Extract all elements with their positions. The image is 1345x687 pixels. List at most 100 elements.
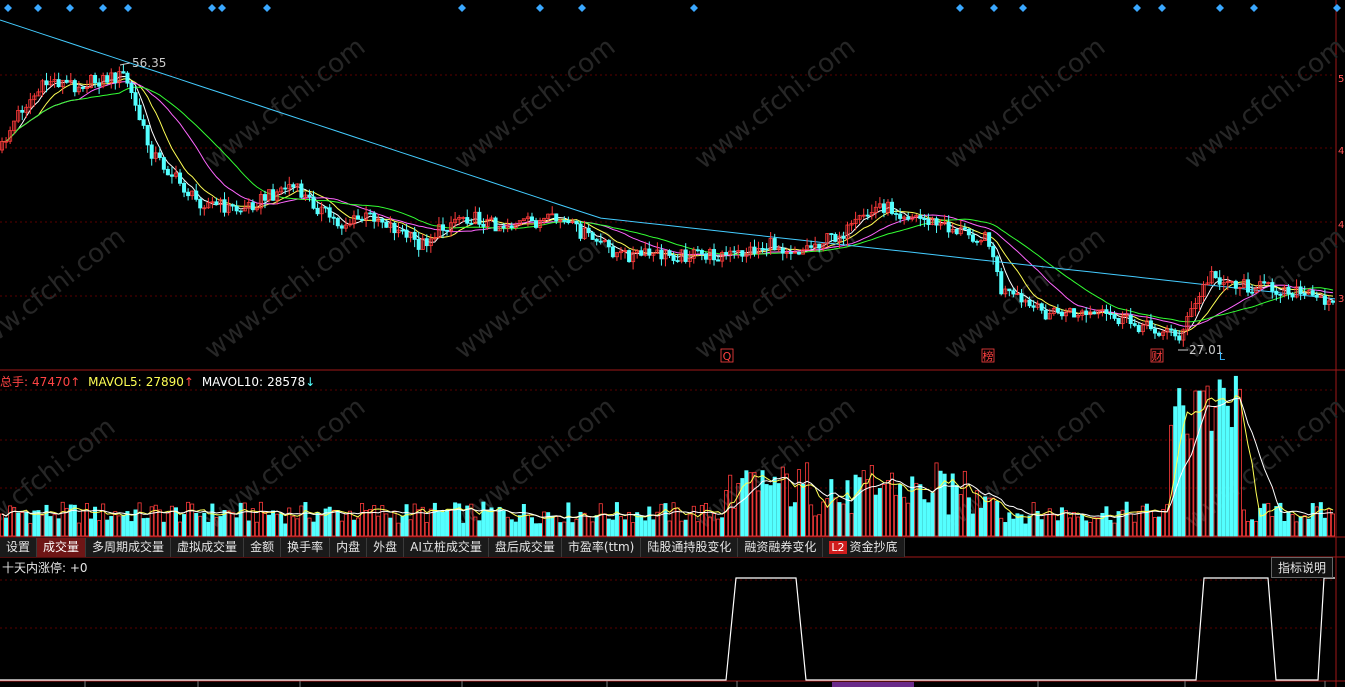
event-marker-label: Q <box>723 350 732 363</box>
tab-label: 换手率 <box>287 540 324 554</box>
volume-bar <box>1286 512 1291 537</box>
axis-tick-label: 3 <box>1338 294 1344 305</box>
tab-label: 虚拟成交量 <box>177 540 238 554</box>
candle-body <box>699 250 704 255</box>
volume-bar <box>999 517 1004 537</box>
volume-bar <box>165 512 170 537</box>
candle-body <box>1136 325 1141 333</box>
volume-bar <box>206 521 211 537</box>
volume-bar <box>845 480 850 537</box>
tab-ai-volume[interactable]: AI立桩成交量 <box>404 538 489 557</box>
tab-northbound-holding[interactable]: 陆股通持股变化 <box>641 538 739 557</box>
candle-body <box>1104 309 1109 315</box>
volume-bar <box>20 512 25 537</box>
volume-bar <box>129 521 134 537</box>
volume-bar <box>550 515 555 537</box>
candle-body <box>1278 293 1283 296</box>
tab-multi-period-volume[interactable]: 多周期成交量 <box>86 538 172 557</box>
candle-body <box>178 172 183 184</box>
indicator-label: 十天内涨停: +0 <box>2 561 88 575</box>
volume-bar <box>137 502 142 537</box>
tab-outer-volume[interactable]: 外盘 <box>367 538 405 557</box>
volume-bar <box>1059 507 1064 537</box>
volume-bar <box>145 517 150 537</box>
watermark-text: www.cfchi.com <box>449 222 621 366</box>
volume-bar <box>1266 502 1271 537</box>
volume-bar <box>109 516 114 537</box>
candle-body <box>72 80 77 93</box>
indicator-help-button[interactable]: 指标说明 <box>1270 557 1333 578</box>
volume-bar <box>1080 513 1085 537</box>
candle-body <box>716 259 721 262</box>
tab-capital-bottom[interactable]: L2 资金抄底 <box>823 538 905 557</box>
tab-virtual-volume[interactable]: 虚拟成交量 <box>171 538 245 557</box>
volume-bar <box>529 517 534 537</box>
candle-body <box>230 204 235 207</box>
volume-bar <box>930 492 935 537</box>
tab-margin-change[interactable]: 融资融券变化 <box>738 538 824 557</box>
candle-body <box>999 271 1004 295</box>
volume-bar <box>1310 503 1315 537</box>
mavol10-label: MAVOL10: <box>201 375 264 389</box>
tab-inner-volume[interactable]: 内盘 <box>330 538 368 557</box>
candle-body <box>327 207 332 218</box>
candle-body <box>1274 290 1279 295</box>
signal-diamond <box>34 4 42 12</box>
stock-chart-canvas[interactable]: www.cfchi.com www.cfchi.com www.cfchi.com w… <box>0 0 1345 687</box>
tab-amount[interactable]: 金额 <box>244 538 282 557</box>
candle-body <box>161 157 166 170</box>
high-pointer <box>119 62 131 66</box>
volume-bar <box>970 513 975 537</box>
tab-after-hours-volume[interactable]: 盘后成交量 <box>488 538 562 557</box>
volume-bar <box>190 503 195 537</box>
volume-bar <box>408 519 413 537</box>
candle-body <box>315 207 320 215</box>
watermark-text: www.cfchi.com <box>449 32 621 176</box>
candle-body <box>424 238 429 247</box>
volume-bar <box>420 506 425 537</box>
volume-bar <box>610 519 615 537</box>
volume-bar <box>271 510 276 537</box>
volume-bar <box>1047 508 1052 537</box>
volume-bar <box>534 523 539 537</box>
volume-bar <box>4 517 9 537</box>
volume-bar <box>1302 515 1307 537</box>
volume-bar <box>744 470 749 537</box>
candle-body <box>400 229 405 232</box>
candle-body <box>1270 282 1275 292</box>
candle-body <box>137 104 142 121</box>
tab-turnover-rate[interactable]: 换手率 <box>281 538 331 557</box>
volume-bar <box>558 522 563 537</box>
volume-bar <box>404 504 409 537</box>
tab-volume[interactable]: 成交量 <box>37 538 87 557</box>
candle-body <box>946 222 951 233</box>
total-volume-label: 总手: <box>0 375 29 389</box>
volume-bar <box>1157 516 1162 537</box>
signal-diamond <box>536 4 544 12</box>
volume-bar <box>1270 516 1275 537</box>
tab-label: 设置 <box>6 540 31 554</box>
volume-bar <box>60 501 65 537</box>
watermark: www.cfchi.com www.cfchi.com www.cfchi.com w… <box>0 32 1345 556</box>
volume-bar <box>432 502 437 537</box>
tab-pe-ttm[interactable]: 市盈率(ttm) <box>561 538 642 557</box>
volume-bar <box>995 500 1000 537</box>
candle-body <box>125 72 130 84</box>
volume-bar <box>857 477 862 537</box>
tab-settings[interactable]: 设置 <box>0 538 38 557</box>
candlesticks[interactable] <box>0 63 1335 347</box>
volume-bar <box>817 514 822 537</box>
volume-bar <box>942 473 947 537</box>
candle-body <box>752 246 757 254</box>
volume-bar <box>881 484 886 537</box>
candle-body <box>149 144 154 159</box>
volume-bar <box>1152 517 1157 537</box>
volume-bar <box>594 515 599 537</box>
volume-bar <box>481 501 486 537</box>
candle-body <box>606 240 611 248</box>
volume-bar <box>485 510 490 537</box>
candle-body <box>995 256 1000 273</box>
candle-body <box>64 79 69 83</box>
volume-bar <box>1072 512 1077 537</box>
tab-label: 内盘 <box>336 540 361 554</box>
